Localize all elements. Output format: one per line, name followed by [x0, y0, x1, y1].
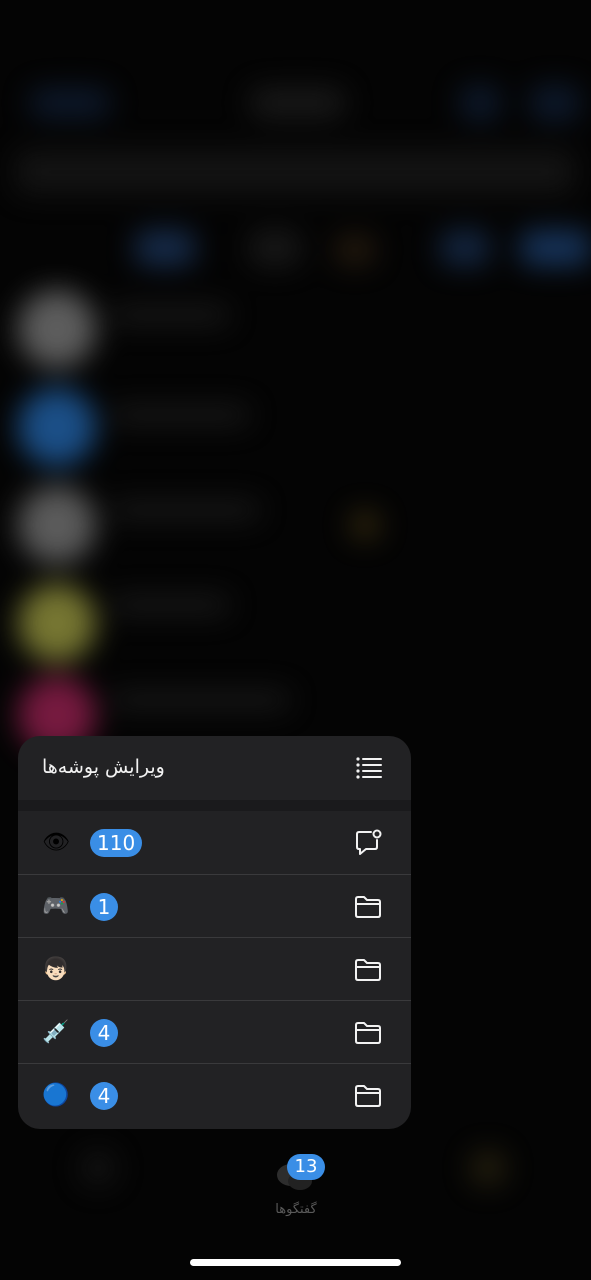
folder-row-syringe[interactable]: 💉 4	[18, 1000, 411, 1064]
folder-row-gaming[interactable]: 🎮 1	[18, 874, 411, 938]
list-icon	[356, 757, 382, 779]
folder-row-person[interactable]: 👦🏻	[18, 937, 411, 1001]
folder-icon	[355, 959, 381, 981]
folder-row-all-chats[interactable]: 👁 110	[18, 811, 411, 874]
edit-folders-title: ویرایش پوشه‌ها	[42, 756, 165, 778]
unread-badge: 4	[90, 1019, 118, 1047]
home-indicator[interactable]	[190, 1259, 401, 1266]
folder-icon	[355, 1022, 381, 1044]
folder-icon	[355, 1085, 381, 1107]
header-separator	[18, 800, 411, 811]
tab-chats-label: گفتگوها	[275, 1202, 317, 1217]
chat-bubble-icon	[356, 829, 382, 855]
folder-row-blue-circle[interactable]: 🔵 4	[18, 1063, 411, 1127]
blue-circle-emoji-icon: 🔵	[42, 1083, 70, 1108]
eye-emoji-icon: 👁	[42, 830, 70, 855]
boy-emoji-icon: 👦🏻	[42, 957, 70, 982]
unread-badge: 110	[90, 829, 143, 857]
edit-folders-row[interactable]: ویرایش پوشه‌ها	[18, 736, 411, 800]
chats-unread-badge: 13	[287, 1154, 325, 1180]
screen: ویرایش پوشه‌ها 👁 110 🎮	[0, 0, 591, 1280]
unread-badge: 4	[90, 1082, 118, 1110]
game-controller-emoji-icon: 🎮	[42, 894, 70, 919]
folders-context-menu: ویرایش پوشه‌ها 👁 110 🎮	[18, 736, 411, 1129]
folder-icon	[355, 896, 381, 918]
syringe-emoji-icon: 💉	[42, 1020, 70, 1045]
unread-badge: 1	[90, 893, 118, 921]
